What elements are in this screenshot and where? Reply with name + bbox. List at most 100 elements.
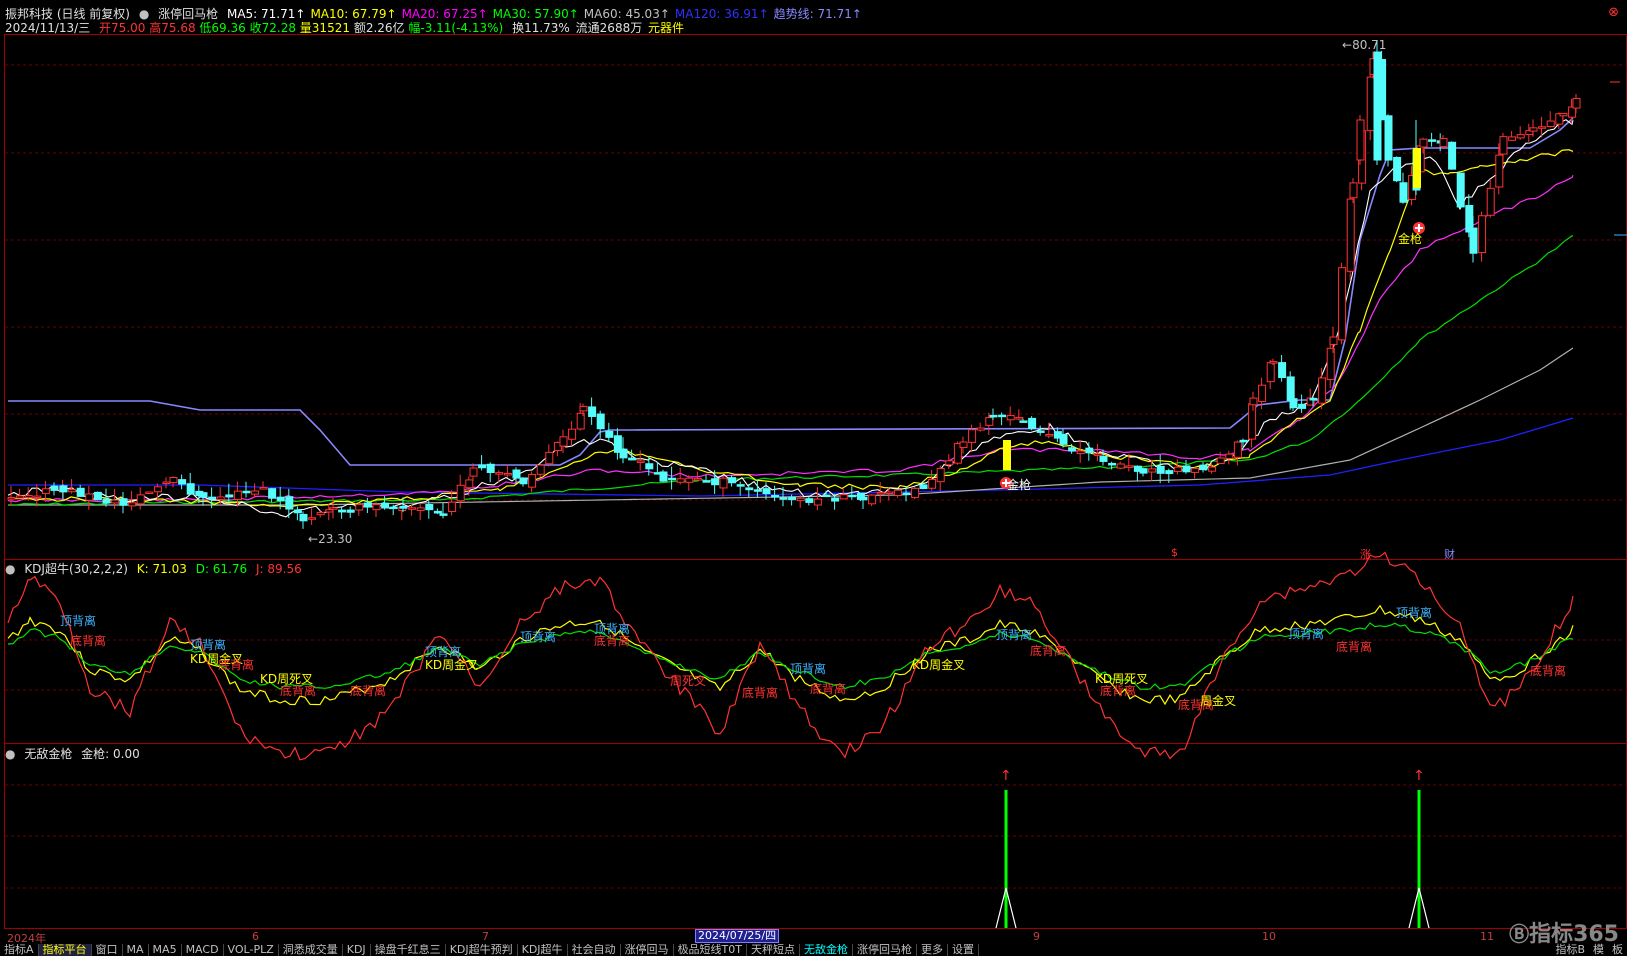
candle-body-159 xyxy=(1278,362,1287,379)
quote-change: 幅-3.11(-4.13%) xyxy=(408,21,504,35)
tab-4[interactable]: MA5 xyxy=(149,944,182,956)
tab-14[interactable]: 极品短线T0T xyxy=(674,944,747,956)
tab-12[interactable]: 社会自动 xyxy=(568,944,621,956)
candle-body-90 xyxy=(728,477,737,484)
kdj-annotation-18: 顶背离 xyxy=(996,628,1033,642)
candle-body-100 xyxy=(813,498,822,506)
kdj-annotation-16: 底背离 xyxy=(810,682,847,696)
tab-7[interactable]: 洞悉成交量 xyxy=(279,944,343,956)
candle-body-33 xyxy=(276,496,285,502)
candle-body-12 xyxy=(102,498,111,504)
candle-body-62 xyxy=(503,472,512,476)
candle-body-34 xyxy=(285,496,294,510)
candle-body-32 xyxy=(268,488,277,499)
gun-title[interactable]: 无敌金枪 xyxy=(24,747,72,761)
candle-body-78 xyxy=(628,457,637,461)
candle-body-190 xyxy=(1495,154,1504,188)
candle-body-87 xyxy=(702,480,711,483)
candle-body-40 xyxy=(329,507,338,510)
candle-body-70 xyxy=(568,428,577,440)
tab-17[interactable]: 涨停回马枪 xyxy=(853,944,917,956)
tab-19[interactable]: 设置 xyxy=(948,944,979,956)
candle-body-183 xyxy=(1439,137,1448,148)
logo-icon: Ⓑ xyxy=(1509,922,1530,946)
tab-6[interactable]: VOL-PLZ xyxy=(224,944,279,956)
kdj-annotation-27: 底背离 xyxy=(1530,664,1567,678)
candle-body-112 xyxy=(911,487,920,498)
quote-sector[interactable]: 元器件 xyxy=(648,21,684,35)
gun-icon[interactable]: ● xyxy=(5,747,15,761)
low-price-label: 23.30 xyxy=(318,532,353,546)
candle-body-61 xyxy=(495,472,504,475)
candle-body-121 xyxy=(985,417,994,426)
tab-right-0[interactable]: 指标B xyxy=(1551,944,1589,956)
close-pane-icon[interactable]: ⊗ xyxy=(1608,5,1619,20)
low-price-marker: ←23.30 xyxy=(308,532,352,546)
tab-2[interactable]: 窗口 xyxy=(92,944,123,956)
candle-body-24 xyxy=(199,492,208,498)
candle-body-141 xyxy=(1139,468,1148,474)
candle-body-57 xyxy=(465,479,474,489)
candle-body-116 xyxy=(945,460,954,466)
signal-label-gold-gun-2: 金枪 xyxy=(1398,232,1423,246)
indicator-icon[interactable]: ● xyxy=(139,7,149,21)
candle-body-153 xyxy=(1239,439,1248,443)
candle-body-35 xyxy=(293,509,302,514)
tab-13[interactable]: 涨停回马 xyxy=(621,944,674,956)
candle-body-161 xyxy=(1289,398,1298,409)
candle-body-72 xyxy=(579,405,588,412)
tab-16[interactable]: 无敌金枪 xyxy=(800,944,853,956)
tab-1[interactable]: 指标平台 xyxy=(38,944,92,956)
candle-body-170 xyxy=(1349,182,1358,199)
tab-right-1[interactable]: 模 xyxy=(1589,944,1608,956)
bottom-marker-finance[interactable]: 财 xyxy=(1444,546,1455,562)
candle-body-156 xyxy=(1258,384,1267,402)
candle-body-53 xyxy=(433,510,442,514)
ma-value-1: MA10: 67.79↑ xyxy=(310,7,397,21)
candle-body-138 xyxy=(1116,463,1125,469)
chart-canvas[interactable]: ↑ ↑ xyxy=(0,0,1627,956)
stock-title[interactable]: 振邦科技 (日线 前复权) xyxy=(5,7,130,21)
high-price-marker: ←80.71 xyxy=(1342,38,1386,52)
bottom-marker-rise[interactable]: 涨 xyxy=(1360,546,1371,562)
candle-body-36 xyxy=(299,513,308,522)
tab-8[interactable]: KDJ xyxy=(343,944,371,956)
kdj-icon[interactable]: ● xyxy=(5,562,15,576)
candle-body-1 xyxy=(16,495,25,499)
gun-value: 金枪: 0.00 xyxy=(81,747,140,761)
low-arrow-icon: ← xyxy=(308,532,319,546)
tab-5[interactable]: MACD xyxy=(182,944,224,956)
kdj-annotation-24: 顶背离 xyxy=(1288,627,1325,641)
tab-bar-right: 指标B 模板 xyxy=(1551,944,1627,956)
candle-body-119 xyxy=(968,429,977,443)
kdj-title[interactable]: KDJ超牛(30,2,2,2) xyxy=(24,562,128,576)
candle-body-25 xyxy=(208,496,217,500)
indicator-title[interactable]: 涨停回马枪 xyxy=(158,7,218,21)
candle-body-79 xyxy=(636,460,645,463)
kdj-annotation-19: 底背离 xyxy=(1030,644,1067,658)
tab-10[interactable]: KDJ超牛预判 xyxy=(446,944,518,956)
candle-body-132 xyxy=(1068,447,1077,452)
kdj-annotation-1: 底背离 xyxy=(70,634,107,648)
kdj-annotation-7: 底背离 xyxy=(350,684,387,698)
candle-body-17 xyxy=(145,491,154,495)
candle-body-69 xyxy=(559,436,568,447)
yellow-candle-2 xyxy=(1003,440,1011,470)
bottom-marker-dollar[interactable]: $ xyxy=(1171,546,1178,559)
tab-3[interactable]: MA xyxy=(123,944,149,956)
candle-body-94 xyxy=(762,488,771,495)
tab-9[interactable]: 操盘千红息三 xyxy=(371,944,446,956)
kdj-annotation-6: 底背离 xyxy=(280,684,317,698)
candle-body-127 xyxy=(1028,417,1037,429)
tab-18[interactable]: 更多 xyxy=(917,944,948,956)
axis-label-oct: 10 xyxy=(1262,930,1276,943)
candle-body-15 xyxy=(128,502,137,507)
signal-label-gold-gun-1: 金枪 xyxy=(1007,478,1032,492)
tab-right-2[interactable]: 板 xyxy=(1608,944,1627,956)
axis-label-jul: 7 xyxy=(482,930,489,943)
quote-volume: 量31521 xyxy=(299,21,350,35)
candle-body-175 xyxy=(1384,115,1393,161)
tab-15[interactable]: 天秤短点 xyxy=(747,944,800,956)
tab-0[interactable]: 指标A xyxy=(0,944,39,956)
tab-11[interactable]: KDJ超牛 xyxy=(518,944,568,956)
